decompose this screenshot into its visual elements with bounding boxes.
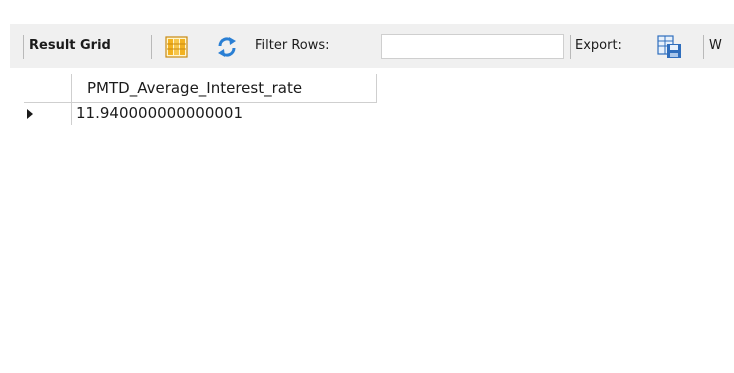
grid-corner-cell[interactable]	[24, 74, 72, 103]
refresh-icon[interactable]	[216, 36, 238, 58]
truncated-toolbar-label[interactable]: W	[709, 38, 722, 53]
toolbar-separator	[23, 35, 24, 59]
result-grid-window: Result Grid Filter Rows: Export: W PMTD_…	[0, 0, 734, 373]
top-strip	[0, 0, 734, 24]
current-row-arrow-icon	[27, 109, 33, 119]
result-grid: PMTD_Average_Interest_rate 11.9400000000…	[10, 68, 734, 373]
toolbar-separator	[151, 35, 152, 59]
export-icon[interactable]	[657, 35, 682, 59]
row-indicator[interactable]	[24, 103, 72, 125]
table-row[interactable]: 11.940000000000001	[24, 103, 377, 125]
column-header-pmtd-average-interest-rate[interactable]: PMTD_Average_Interest_rate	[72, 74, 377, 103]
filter-rows-label: Filter Rows:	[255, 38, 330, 53]
result-grid-tab[interactable]: Result Grid	[29, 38, 111, 53]
result-panel: Result Grid Filter Rows: Export: W PMTD_…	[10, 24, 734, 373]
filter-rows-input[interactable]	[381, 34, 564, 59]
result-toolbar: Result Grid Filter Rows: Export: W	[10, 24, 734, 68]
table-cell[interactable]: 11.940000000000001	[76, 103, 243, 125]
toolbar-separator	[703, 35, 704, 59]
toolbar-separator	[570, 35, 571, 59]
grid-view-icon[interactable]	[165, 36, 188, 58]
export-label: Export:	[575, 38, 622, 53]
